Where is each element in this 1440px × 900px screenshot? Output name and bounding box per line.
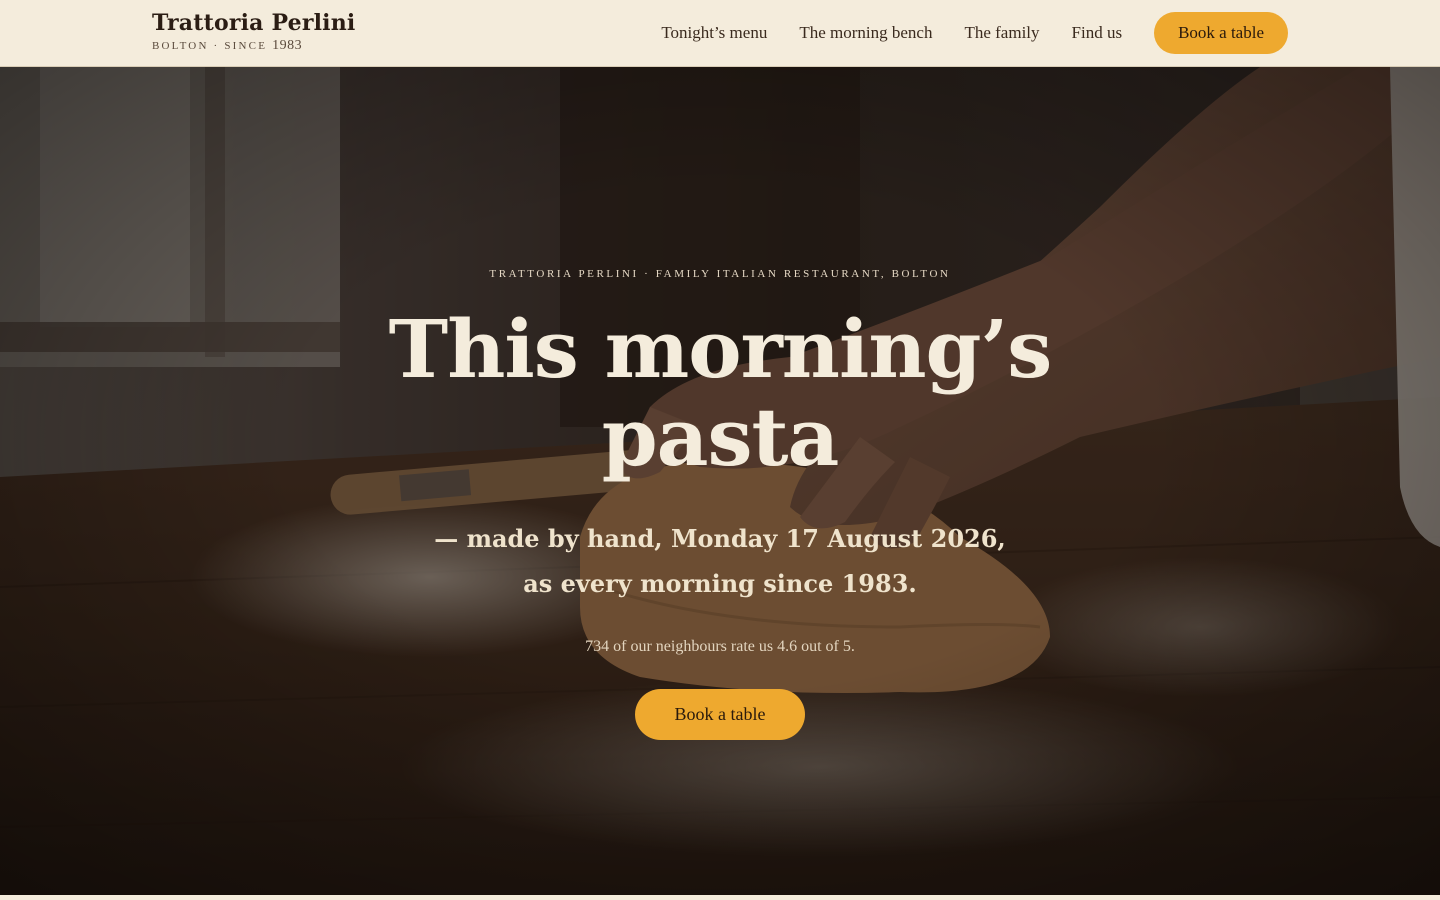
hero-subtitle-line-2: as every morning since 1983. [523,569,917,598]
brand-tagline-year: 1983 [272,38,303,53]
hero-section: TRATTORIA PERLINI · FAMILY ITALIAN RESTA… [0,67,1440,895]
book-table-nav-button[interactable]: Book a table [1154,12,1288,54]
hero-content: TRATTORIA PERLINI · FAMILY ITALIAN RESTA… [0,67,1440,895]
brand-tagline-location: BOLTON · SINCE [152,40,268,52]
brand-tagline: BOLTON · SINCE 1983 [152,39,355,53]
rating-text: 734 of our neighbours rate us 4.6 out of… [585,638,855,655]
brand-logo[interactable]: Trattoria Perlini BOLTON · SINCE 1983 [152,9,355,53]
nav-link-family[interactable]: The family [964,23,1039,43]
site-header: Trattoria Perlini BOLTON · SINCE 1983 To… [0,0,1440,67]
page-bottom-strip [0,895,1440,900]
nav-link-morning-bench[interactable]: The morning bench [799,23,932,43]
hero-title: This morning’s pasta [388,302,1053,484]
hero-subtitle: — made by hand, Monday 17 August 2026, as… [370,516,1070,606]
main-nav: Tonight’s menu The morning bench The fam… [661,0,1288,66]
hero-eyebrow: TRATTORIA PERLINI · FAMILY ITALIAN RESTA… [489,268,951,280]
book-table-hero-button[interactable]: Book a table [635,689,805,740]
brand-name: Trattoria Perlini [152,10,356,36]
nav-link-find-us[interactable]: Find us [1072,23,1123,43]
hero-subtitle-line-1: — made by hand, Monday 17 August 2026, [434,524,1006,553]
nav-link-tonights-menu[interactable]: Tonight’s menu [661,23,767,43]
